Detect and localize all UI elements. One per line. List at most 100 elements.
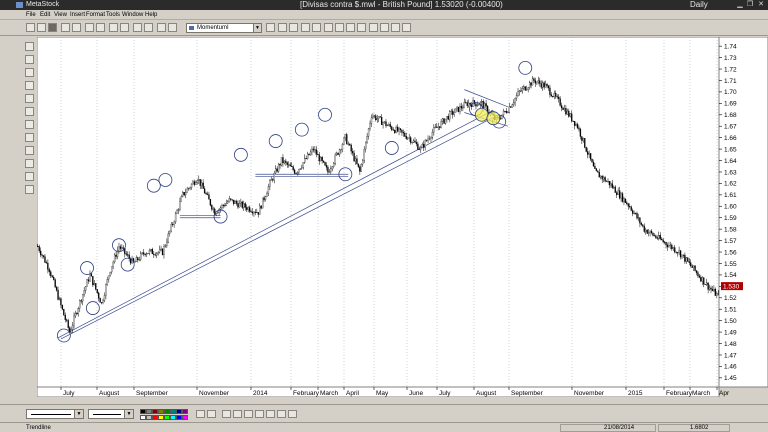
- menu-help[interactable]: Help: [145, 11, 157, 19]
- open-button[interactable]: [37, 23, 46, 32]
- y-tick-label: 1.66: [724, 135, 737, 142]
- candle-body: [176, 210, 178, 214]
- toolbar-tool-3-button[interactable]: [301, 23, 310, 32]
- highlight-marker[interactable]: [486, 111, 501, 126]
- candle-body: [521, 88, 524, 92]
- toolbar-tool-7-button[interactable]: [346, 23, 355, 32]
- system-tester-button[interactable]: [120, 23, 129, 32]
- menu-tools[interactable]: Tools: [106, 11, 120, 19]
- highlight-marker[interactable]: [474, 107, 489, 122]
- vertical-line-tool-icon[interactable]: [25, 81, 34, 90]
- chart-svg[interactable]: 1.74 1.73 1.72 1.71 1.70 1.69 1.68 1.67 1.66 1.65…: [37, 37, 768, 397]
- fibonacci-tool-icon[interactable]: [25, 107, 34, 116]
- y-tick-label: 1.73: [724, 55, 737, 62]
- candle-body: [415, 142, 418, 145]
- color-swatch[interactable]: [182, 409, 188, 414]
- minimize-icon[interactable]: ▁: [736, 1, 744, 9]
- y-tick-label: 1.47: [724, 352, 737, 359]
- cursor-tool-icon[interactable]: [25, 42, 34, 51]
- cut-button[interactable]: [72, 23, 81, 32]
- trendline-tool-icon[interactable]: [25, 55, 34, 64]
- toolbar-tool-12-button[interactable]: [402, 23, 411, 32]
- candle-body: [688, 261, 690, 263]
- bottom-tool-1-button[interactable]: [196, 410, 205, 418]
- copy-button[interactable]: [85, 23, 94, 32]
- plot-area[interactable]: [37, 37, 720, 388]
- gann-tool-icon[interactable]: [25, 133, 34, 142]
- candle-body: [148, 250, 151, 254]
- expert-advisor-button[interactable]: [144, 23, 153, 32]
- line-weight-select[interactable]: ▼: [88, 409, 134, 419]
- channel-tool-icon[interactable]: [25, 94, 34, 103]
- close-icon[interactable]: ✕: [757, 1, 765, 9]
- toolbar-tool-6-button[interactable]: [335, 23, 344, 32]
- bottom-tool-5-button[interactable]: [244, 410, 253, 418]
- chevron-down-icon[interactable]: ▼: [253, 24, 261, 32]
- color-swatch[interactable]: [182, 415, 188, 420]
- candle-body: [565, 108, 567, 115]
- candle-body: [50, 271, 52, 277]
- menu-file[interactable]: File: [26, 11, 36, 19]
- candle-body: [513, 102, 515, 105]
- candle-body: [505, 111, 508, 113]
- new-chart-button[interactable]: [26, 23, 35, 32]
- toolbar-tool-4-button[interactable]: [312, 23, 321, 32]
- toolbar-extra2-button[interactable]: [168, 23, 177, 32]
- candle-body: [423, 144, 425, 148]
- horizontal-line-tool-icon[interactable]: [25, 68, 34, 77]
- toolbar-tool-2-button[interactable]: [289, 23, 298, 32]
- menu-window[interactable]: Window: [122, 11, 143, 19]
- print-button[interactable]: [61, 23, 70, 32]
- candle-body: [499, 118, 502, 120]
- x-tick-label: July: [63, 390, 75, 397]
- candle-body: [557, 96, 560, 99]
- explorer-button[interactable]: [109, 23, 118, 32]
- bottom-tool-4-button[interactable]: [233, 410, 242, 418]
- paste-button[interactable]: [96, 23, 105, 32]
- bottom-tool-6-button[interactable]: [255, 410, 264, 418]
- candle-body: [119, 246, 122, 249]
- rectangle-tool-icon[interactable]: [25, 172, 34, 181]
- chevron-down-icon[interactable]: ▼: [74, 410, 83, 418]
- menu-edit[interactable]: Edit: [40, 11, 50, 19]
- toolbar-tool-11-button[interactable]: [391, 23, 400, 32]
- toolbar-tool-1-button[interactable]: [278, 23, 287, 32]
- price-chart[interactable]: 1.74 1.73 1.72 1.71 1.70 1.69 1.68 1.67 1.66 1.65…: [37, 37, 768, 397]
- candle-body: [608, 180, 611, 186]
- candle-body: [650, 230, 653, 234]
- cycle-tool-icon[interactable]: [25, 146, 34, 155]
- toolbar-tool-10-button[interactable]: [380, 23, 389, 32]
- ellipse-tool-icon[interactable]: [25, 159, 34, 168]
- menu-format[interactable]: Format: [86, 11, 105, 19]
- candle-body: [515, 95, 518, 99]
- metastock-logo-icon: [16, 2, 23, 8]
- candle-body: [454, 108, 457, 113]
- text-tool-icon[interactable]: [25, 120, 34, 129]
- bottom-tool-8-button[interactable]: [277, 410, 286, 418]
- save-button[interactable]: [48, 23, 57, 32]
- candle-body: [169, 230, 171, 234]
- indicator-builder-button[interactable]: [133, 23, 142, 32]
- candle-body: [241, 201, 243, 208]
- bottom-tool-7-button[interactable]: [266, 410, 275, 418]
- candle-body: [142, 252, 145, 255]
- menu-view[interactable]: View: [54, 11, 67, 19]
- toolbar-extra-button[interactable]: [157, 23, 166, 32]
- indicator-quicklist-button[interactable]: [266, 23, 275, 32]
- indicator-select[interactable]: MomentumI ▼: [186, 23, 262, 33]
- bottom-tool-9-button[interactable]: [288, 410, 297, 418]
- bottom-tool-3-button[interactable]: [222, 410, 231, 418]
- symbol-tool-icon[interactable]: [25, 185, 34, 194]
- line-style-select[interactable]: ▼: [26, 409, 84, 419]
- chevron-down-icon[interactable]: ▼: [124, 410, 133, 418]
- candle-body: [256, 211, 258, 213]
- toolbar-tool-5-button[interactable]: [324, 23, 333, 32]
- menu-insert[interactable]: Insert: [70, 11, 85, 19]
- candle-body: [248, 207, 251, 212]
- toolbar-tool-9-button[interactable]: [369, 23, 378, 32]
- toolbar-tool-8-button[interactable]: [357, 23, 366, 32]
- candle-body: [261, 197, 264, 209]
- candle-body: [692, 265, 695, 268]
- bottom-tool-2-button[interactable]: [207, 410, 216, 418]
- restore-icon[interactable]: ❐: [746, 1, 754, 9]
